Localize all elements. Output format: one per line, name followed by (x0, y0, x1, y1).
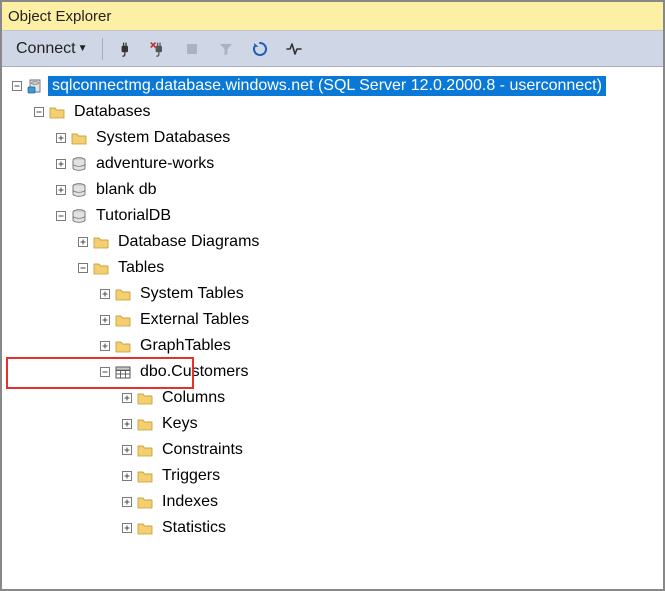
expand-icon[interactable] (54, 183, 68, 197)
tree-node-tables[interactable]: Tables (10, 255, 663, 281)
disconnect-button[interactable] (145, 35, 175, 63)
folder-icon (70, 129, 88, 147)
tree-node-label: Databases (70, 102, 155, 122)
database-icon (70, 155, 88, 173)
expand-icon[interactable] (76, 235, 90, 249)
tree-node-label: External Tables (136, 310, 253, 330)
tree-node-label: sqlconnectmg.database.windows.net (SQL S… (48, 76, 606, 96)
stop-icon (183, 40, 201, 58)
tree-node-triggers[interactable]: Triggers (10, 463, 663, 489)
tree-node-keys[interactable]: Keys (10, 411, 663, 437)
tree-node-dbo-customers[interactable]: dbo.Customers (10, 359, 663, 385)
tree-node-label: dbo.Customers (136, 362, 253, 382)
folder-icon (136, 389, 154, 407)
expand-icon[interactable] (120, 469, 134, 483)
expand-icon[interactable] (98, 287, 112, 301)
tree-node-graph-tables[interactable]: GraphTables (10, 333, 663, 359)
expand-icon[interactable] (54, 131, 68, 145)
filter-button[interactable] (213, 35, 243, 63)
expand-icon[interactable] (120, 495, 134, 509)
tree-node-label: Statistics (158, 518, 230, 538)
plug-icon (115, 40, 133, 58)
folder-icon (114, 311, 132, 329)
tree-node-label: Triggers (158, 466, 224, 486)
tree-node-label: Indexes (158, 492, 222, 512)
tree-node-label: TutorialDB (92, 206, 175, 226)
folder-icon (136, 415, 154, 433)
expand-icon[interactable] (98, 313, 112, 327)
tree-node-label: System Tables (136, 284, 248, 304)
collapse-icon[interactable] (76, 261, 90, 275)
tree-node-databases[interactable]: Databases (10, 99, 663, 125)
database-icon (70, 207, 88, 225)
tree-node-server[interactable]: sqlconnectmg.database.windows.net (SQL S… (10, 73, 663, 99)
stop-button[interactable] (179, 35, 209, 63)
collapse-icon[interactable] (10, 79, 24, 93)
tree-node-adventure-works[interactable]: adventure-works (10, 151, 663, 177)
plug-x-icon (149, 40, 167, 58)
connect-button[interactable] (111, 35, 141, 63)
object-explorer-window: Object Explorer Connect ▼ sqlco (0, 0, 665, 591)
tree-node-system-tables[interactable]: System Tables (10, 281, 663, 307)
refresh-button[interactable] (247, 35, 277, 63)
connect-label: Connect (16, 40, 76, 58)
expand-icon[interactable] (98, 339, 112, 353)
tree-node-constraints[interactable]: Constraints (10, 437, 663, 463)
folder-icon (114, 285, 132, 303)
tree-node-label: adventure-works (92, 154, 218, 174)
tree-node-indexes[interactable]: Indexes (10, 489, 663, 515)
collapse-icon[interactable] (32, 105, 46, 119)
tree-node-columns[interactable]: Columns (10, 385, 663, 411)
filter-icon (217, 40, 235, 58)
server-icon (26, 77, 44, 95)
folder-icon (136, 441, 154, 459)
tree-view[interactable]: sqlconnectmg.database.windows.net (SQL S… (2, 67, 663, 541)
tree-node-statistics[interactable]: Statistics (10, 515, 663, 541)
tree-node-label: blank db (92, 180, 161, 200)
tree-node-blank-db[interactable]: blank db (10, 177, 663, 203)
refresh-icon (251, 40, 269, 58)
toolbar-separator (102, 38, 103, 60)
expand-icon[interactable] (120, 443, 134, 457)
tree-node-label: GraphTables (136, 336, 235, 356)
folder-icon (136, 493, 154, 511)
tree-node-label: System Databases (92, 128, 234, 148)
tree-node-label: Tables (114, 258, 168, 278)
tree-node-external-tables[interactable]: External Tables (10, 307, 663, 333)
expand-icon[interactable] (120, 391, 134, 405)
expand-icon[interactable] (54, 157, 68, 171)
activity-icon (285, 40, 303, 58)
folder-icon (92, 233, 110, 251)
titlebar: Object Explorer (2, 2, 663, 31)
caret-down-icon: ▼ (78, 43, 88, 54)
tree-node-label: Columns (158, 388, 229, 408)
collapse-icon[interactable] (98, 365, 112, 379)
tree-node-label: Database Diagrams (114, 232, 263, 252)
expand-icon[interactable] (120, 521, 134, 535)
folder-icon (136, 519, 154, 537)
folder-icon (92, 259, 110, 277)
database-icon (70, 181, 88, 199)
tree-node-label: Constraints (158, 440, 247, 460)
tree-node-tutorialdb[interactable]: TutorialDB (10, 203, 663, 229)
tree-node-system-databases[interactable]: System Databases (10, 125, 663, 151)
folder-icon (48, 103, 66, 121)
titlebar-title: Object Explorer (8, 8, 111, 25)
folder-icon (136, 467, 154, 485)
expand-icon[interactable] (120, 417, 134, 431)
folder-icon (114, 337, 132, 355)
tree-node-label: Keys (158, 414, 202, 434)
connect-dropdown[interactable]: Connect ▼ (6, 40, 94, 58)
toolbar: Connect ▼ (2, 31, 663, 67)
table-icon (114, 363, 132, 381)
tree-node-database-diagrams[interactable]: Database Diagrams (10, 229, 663, 255)
activity-monitor-button[interactable] (281, 35, 311, 63)
collapse-icon[interactable] (54, 209, 68, 223)
